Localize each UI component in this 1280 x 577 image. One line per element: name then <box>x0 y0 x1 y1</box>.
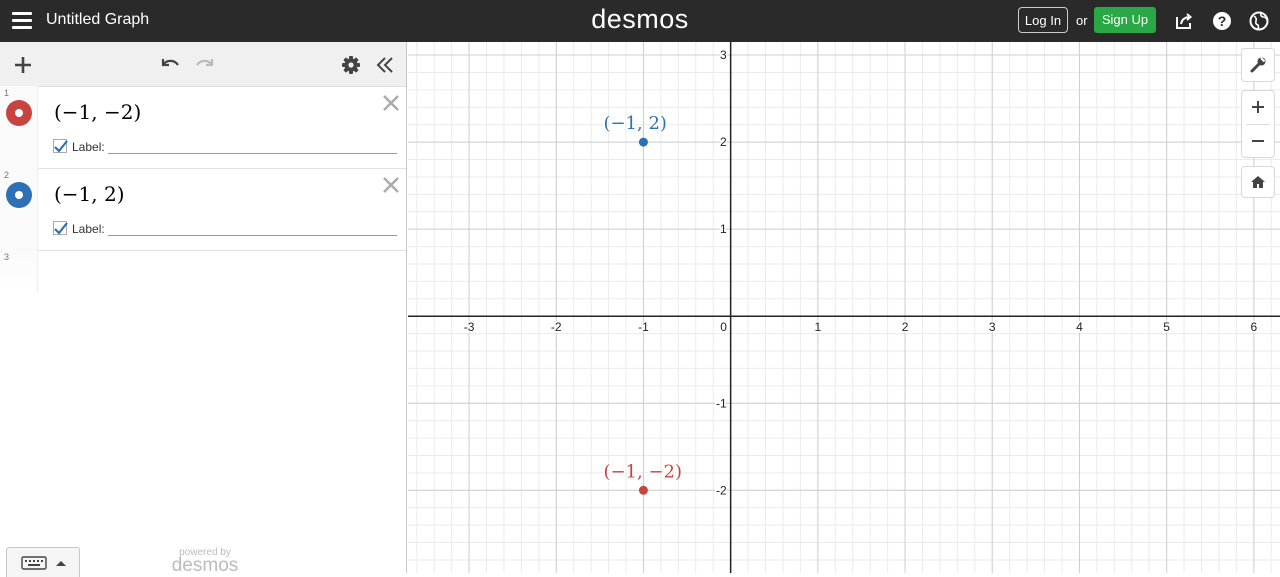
gear-icon[interactable] <box>341 55 361 75</box>
redo-icon[interactable] <box>194 55 216 73</box>
expression-row-3[interactable]: 3 <box>0 250 406 292</box>
y-tick-label: 2 <box>720 135 727 149</box>
zoom-in-icon[interactable] <box>1251 100 1265 114</box>
svg-text:?: ? <box>1218 13 1227 29</box>
expression-row-2[interactable]: 2 (−1, 2) Label: <box>0 168 406 251</box>
graph-canvas[interactable]: -3 -2 -1 0 1 2 3 4 5 6 3 2 1 -1 -2 (−1, −2) (−1, 2) <box>408 42 1280 573</box>
caret-up-icon <box>56 561 66 566</box>
point-label: (−1, 2) <box>603 113 666 134</box>
x-tick-label: 2 <box>902 320 909 334</box>
home-icon <box>1251 176 1265 188</box>
share-icon[interactable] <box>1173 10 1195 32</box>
point-label: (−1, −2) <box>603 461 682 482</box>
graph-settings-button[interactable] <box>1241 48 1275 82</box>
default-viewport-button[interactable] <box>1241 166 1275 198</box>
graph-title[interactable]: Untitled Graph <box>46 11 149 29</box>
point-marker <box>638 137 648 147</box>
hamburger-icon[interactable] <box>12 12 32 30</box>
x-tick-label: -1 <box>638 320 649 334</box>
x-tick-label: -2 <box>551 320 562 334</box>
expression-input[interactable]: (−1, 2) <box>54 182 125 206</box>
expression-panel: 1 (−1, −2) Label: 2 (−1, 2) Label: 3 pow… <box>0 42 407 577</box>
point-color-icon[interactable] <box>6 182 32 208</box>
powered-by-desmos[interactable]: powered by desmos <box>160 547 250 576</box>
login-button[interactable]: Log In <box>1018 7 1068 33</box>
checkmark-icon <box>54 140 68 153</box>
globe-icon[interactable] <box>1248 10 1270 32</box>
x-tick-label: 6 <box>1250 320 1257 334</box>
y-tick-label: -1 <box>716 396 727 410</box>
expression-toolbar <box>0 42 406 87</box>
keyboard-icon <box>21 556 47 570</box>
zoom-controls <box>1241 90 1275 158</box>
row-number: 2 <box>4 170 10 180</box>
desmos-logo: desmos <box>591 4 689 34</box>
label-checkbox[interactable] <box>53 221 68 235</box>
label-checkbox[interactable] <box>53 139 68 153</box>
x-tick-label: 1 <box>814 320 821 334</box>
signup-button[interactable]: Sign Up <box>1094 7 1156 33</box>
checkmark-icon <box>54 222 68 235</box>
top-bar: Untitled Graph desmos Log In or Sign Up … <box>0 0 1280 42</box>
x-tick-label: -3 <box>464 320 475 334</box>
or-text: or <box>1076 13 1088 28</box>
row-gutter: 1 <box>0 86 38 168</box>
x-tick-label: 3 <box>989 320 996 334</box>
plus-icon[interactable] <box>13 55 33 75</box>
close-icon[interactable] <box>382 94 400 112</box>
footer-logo: desmos <box>171 555 239 576</box>
x-tick-label: 0 <box>720 320 727 334</box>
double-chevron-left-icon[interactable] <box>375 55 395 75</box>
row-number: 3 <box>4 252 10 262</box>
point-color-icon[interactable] <box>6 100 32 126</box>
zoom-out-icon[interactable] <box>1251 134 1265 148</box>
y-tick-label: -2 <box>716 483 727 497</box>
label-input[interactable] <box>108 136 397 154</box>
expression-input[interactable]: (−1, −2) <box>54 100 141 124</box>
label-input[interactable] <box>108 218 397 236</box>
y-tick-label: 3 <box>720 48 727 62</box>
x-tick-label: 4 <box>1076 320 1083 334</box>
row-gutter: 2 <box>0 168 38 250</box>
graph-paper[interactable]: -3 -2 -1 0 1 2 3 4 5 6 3 2 1 -1 -2 (−1, −2) (−1, 2) <box>408 42 1280 573</box>
wrench-icon <box>1250 57 1266 73</box>
row-gutter: 3 <box>0 250 38 292</box>
zoom-divider <box>1246 124 1270 125</box>
point-marker <box>638 485 648 495</box>
y-tick-label: 1 <box>720 222 727 236</box>
x-tick-label: 5 <box>1163 320 1170 334</box>
undo-icon[interactable] <box>159 55 181 73</box>
close-icon[interactable] <box>382 176 400 194</box>
row-number: 1 <box>4 88 10 98</box>
help-icon[interactable]: ? <box>1211 10 1233 32</box>
label-caption: Label: <box>72 222 105 236</box>
label-caption: Label: <box>72 140 105 154</box>
expression-row-1[interactable]: 1 (−1, −2) Label: <box>0 86 406 169</box>
